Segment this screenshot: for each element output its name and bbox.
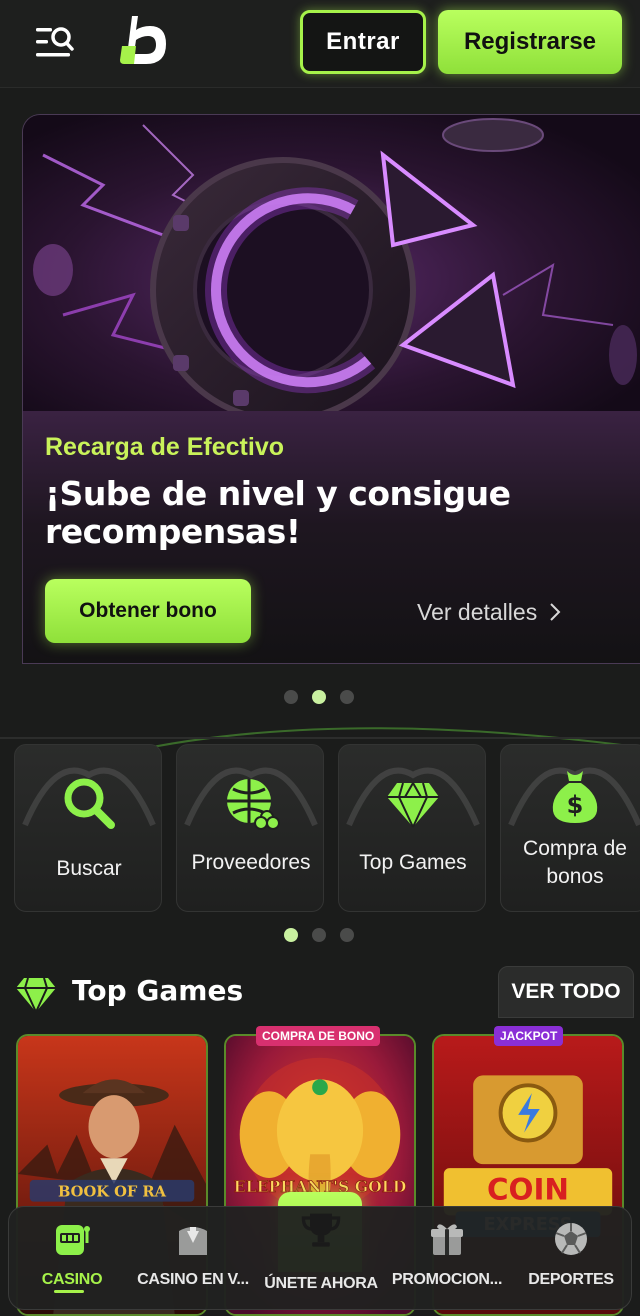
register-button[interactable]: Registrarse bbox=[438, 10, 622, 74]
pagination-dot-active[interactable] bbox=[284, 928, 298, 942]
pagination-dot[interactable] bbox=[340, 928, 354, 942]
diamond-icon bbox=[387, 782, 439, 828]
money-bag-icon: $ bbox=[552, 771, 598, 823]
banner-title: ¡Sube de nivel y consigue recompensas! bbox=[45, 474, 511, 551]
quick-link-label: Proveedores bbox=[191, 851, 311, 874]
active-nav-indicator bbox=[54, 1290, 84, 1293]
banner-image bbox=[23, 115, 640, 415]
chevron-right-icon bbox=[550, 603, 561, 621]
banner-pagination bbox=[284, 690, 354, 704]
get-bonus-button[interactable]: Obtener bono bbox=[45, 579, 251, 643]
bonus-buy-badge: COMPRA DE BONO bbox=[256, 1026, 381, 1046]
diamond-icon bbox=[16, 977, 56, 1013]
nav-casino[interactable]: CASINO bbox=[29, 1207, 115, 1311]
quick-link-label: Top Games bbox=[359, 851, 467, 874]
nav-live-casino[interactable]: CASINO EN V... bbox=[135, 1207, 251, 1311]
soccer-ball-icon bbox=[555, 1223, 587, 1255]
svg-text:COIN: COIN bbox=[487, 1173, 569, 1207]
nav-label: ÚNETE AHORA bbox=[264, 1275, 378, 1292]
nav-label: PROMOCION... bbox=[391, 1271, 503, 1288]
top-header: Entrar Registrarse bbox=[0, 0, 640, 88]
quick-link-search[interactable]: Buscar bbox=[14, 744, 162, 912]
section-title: Top Games bbox=[72, 974, 244, 1007]
pagination-dot-active[interactable] bbox=[312, 690, 326, 704]
banner-kicker: Recarga de Efectivo bbox=[45, 433, 284, 461]
quick-link-top-games[interactable]: Top Games bbox=[338, 744, 486, 912]
view-all-button[interactable]: VER TODO bbox=[498, 966, 634, 1018]
gift-icon bbox=[431, 1224, 463, 1255]
nav-promotions[interactable]: PROMOCION... bbox=[385, 1207, 509, 1311]
svg-text:BOOK OF RA: BOOK OF RA bbox=[58, 1184, 167, 1201]
search-icon bbox=[64, 778, 115, 829]
login-button[interactable]: Entrar bbox=[300, 10, 426, 74]
quick-link-label: Compra de bonos bbox=[523, 837, 627, 888]
jackpot-badge: JACKPOT bbox=[494, 1026, 564, 1046]
slot-machine-icon bbox=[56, 1225, 90, 1255]
promo-banner[interactable]: Recarga de Efectivo ¡Sube de nivel y con… bbox=[22, 114, 640, 664]
nav-join-now[interactable]: ÚNETE AHORA bbox=[264, 1207, 378, 1311]
brand-logo[interactable] bbox=[118, 12, 174, 68]
quick-link-providers[interactable]: Proveedores bbox=[176, 744, 324, 912]
menu-search-icon[interactable] bbox=[36, 26, 76, 60]
see-details-link[interactable]: Ver detalles bbox=[417, 595, 607, 629]
see-details-label: Ver detalles bbox=[417, 598, 538, 625]
quick-links-pagination bbox=[284, 928, 354, 942]
nav-sports[interactable]: DEPORTES bbox=[521, 1207, 621, 1311]
nav-label: DEPORTES bbox=[528, 1271, 614, 1288]
svg-text:$: $ bbox=[567, 791, 584, 819]
dealer-icon bbox=[179, 1227, 207, 1255]
trophy-icon bbox=[301, 1213, 341, 1247]
pagination-dot[interactable] bbox=[340, 690, 354, 704]
quick-link-label: Buscar bbox=[56, 857, 122, 880]
nav-label: CASINO bbox=[41, 1271, 103, 1288]
pagination-dot[interactable] bbox=[284, 690, 298, 704]
quick-link-buy-bonus[interactable]: $ Compra de bonos bbox=[500, 744, 640, 912]
nav-label: CASINO EN V... bbox=[137, 1271, 249, 1288]
quick-links: Buscar Proveedores Top Games $ Compra de… bbox=[14, 744, 640, 914]
bottom-navigation: CASINO CASINO EN V... ÚNETE AHORA PROMOC… bbox=[8, 1206, 632, 1310]
pagination-dot[interactable] bbox=[312, 928, 326, 942]
globe-clover-icon bbox=[227, 779, 280, 830]
